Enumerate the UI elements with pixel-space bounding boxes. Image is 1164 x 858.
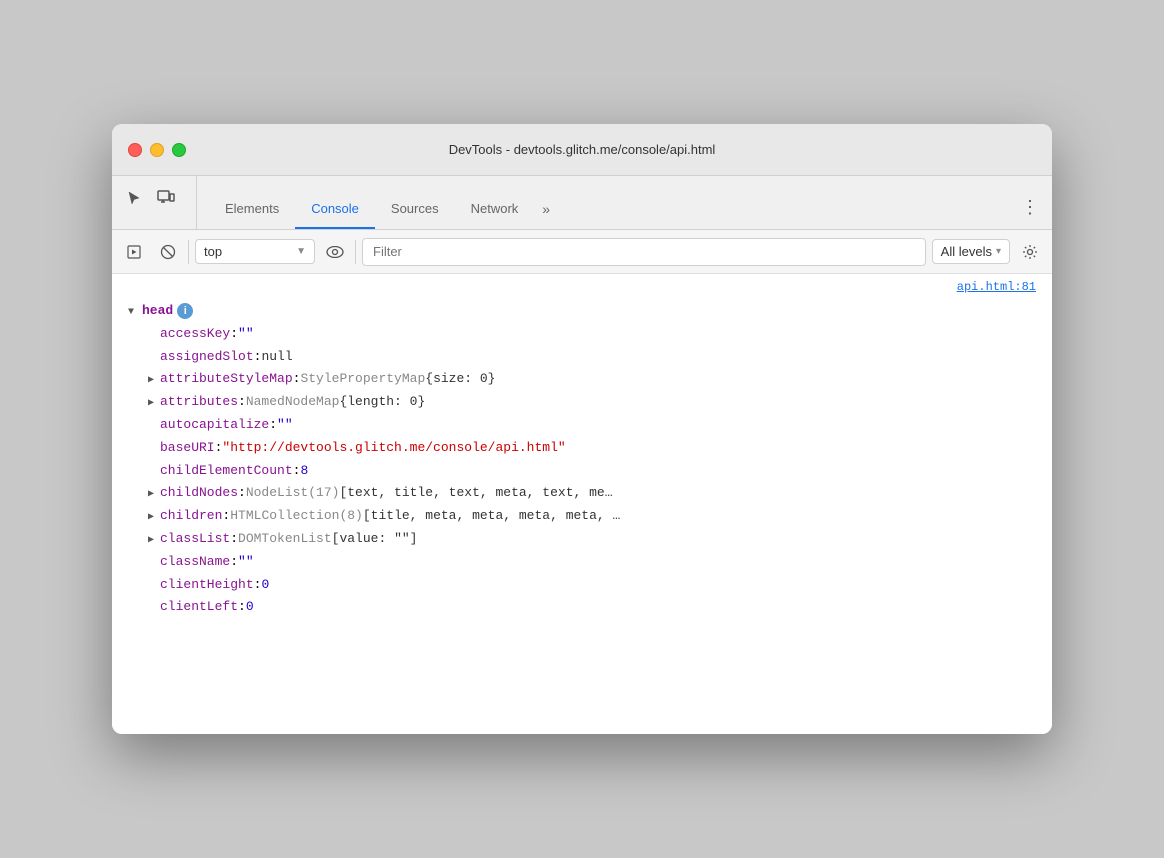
prop-clientheight: clientHeight : 0 [128, 574, 1036, 597]
head-expand-arrow[interactable]: ▼ [128, 305, 140, 321]
prop-classname: className : "" [128, 551, 1036, 574]
attributes-expand[interactable]: ▶ [148, 396, 160, 412]
prop-attributestylemap: ▶ attributeStyleMap : StylePropertyMap {… [128, 368, 1036, 391]
close-button[interactable] [128, 143, 142, 157]
window-title: DevTools - devtools.glitch.me/console/ap… [449, 142, 716, 157]
no-expand [148, 351, 160, 367]
children-expand[interactable]: ▶ [148, 510, 160, 526]
no-expand [148, 442, 160, 458]
execute-icon[interactable] [120, 238, 148, 266]
maximize-button[interactable] [172, 143, 186, 157]
tab-sources[interactable]: Sources [375, 189, 455, 229]
file-reference[interactable]: api.html:81 [112, 274, 1052, 296]
no-expand [148, 465, 160, 481]
prop-baseuri: baseURI : "http://devtools.glitch.me/con… [128, 437, 1036, 460]
device-icon[interactable] [152, 184, 180, 212]
devtools-window: DevTools - devtools.glitch.me/console/ap… [112, 124, 1052, 734]
clear-icon[interactable] [154, 238, 182, 266]
prop-classlist: ▶ classList : DOMTokenList [value: ""] [128, 528, 1036, 551]
tab-elements[interactable]: Elements [209, 189, 295, 229]
console-log: ▼ head i accessKey : "" assignedSlot : n… [112, 296, 1052, 623]
title-bar: DevTools - devtools.glitch.me/console/ap… [112, 124, 1052, 176]
head-line: ▼ head i [128, 300, 1036, 323]
info-badge[interactable]: i [177, 303, 193, 319]
prop-autocapitalize: autocapitalize : "" [128, 414, 1036, 437]
minimize-button[interactable] [150, 143, 164, 157]
tab-network[interactable]: Network [455, 189, 535, 229]
prop-assignedslot: assignedSlot : null [128, 346, 1036, 369]
console-content: api.html:81 ▼ head i accessKey : "" assi… [112, 274, 1052, 734]
tab-icons [120, 176, 197, 229]
tab-console[interactable]: Console [295, 189, 375, 229]
prop-accesskey: accessKey : "" [128, 323, 1036, 346]
filter-input[interactable] [362, 238, 926, 266]
context-arrow: ▼ [296, 246, 306, 257]
devtools-menu-button[interactable]: ⋮ [1016, 193, 1044, 221]
head-label: head [142, 301, 173, 322]
no-expand [148, 419, 160, 435]
levels-select[interactable]: All levels ▾ [932, 239, 1010, 264]
no-expand [148, 601, 160, 617]
baseuri-link[interactable]: "http://devtools.glitch.me/console/api.h… [222, 438, 565, 459]
classlist-expand[interactable]: ▶ [148, 533, 160, 549]
context-select[interactable]: top ▼ [195, 239, 315, 264]
levels-arrow: ▾ [996, 246, 1001, 257]
gear-icon[interactable] [1016, 238, 1044, 266]
prop-children: ▶ children : HTMLCollection(8) [title, m… [128, 505, 1036, 528]
prop-childnodes: ▶ childNodes : NodeList(17) [text, title… [128, 482, 1036, 505]
tabs-right-area: ⋮ [1016, 193, 1044, 229]
prop-clientleft: clientLeft : 0 [128, 596, 1036, 619]
console-toolbar: top ▼ All levels ▾ [112, 230, 1052, 274]
eye-icon[interactable] [321, 238, 349, 266]
attributestylemap-expand[interactable]: ▶ [148, 373, 160, 389]
tabs-bar: Elements Console Sources Network » ⋮ [112, 176, 1052, 230]
prop-attributes: ▶ attributes : NamedNodeMap {length: 0} [128, 391, 1036, 414]
no-expand [148, 556, 160, 572]
toolbar-divider-2 [355, 240, 356, 264]
childnodes-expand[interactable]: ▶ [148, 487, 160, 503]
cursor-icon[interactable] [120, 184, 148, 212]
no-expand [148, 579, 160, 595]
toolbar-divider [188, 240, 189, 264]
prop-childelementcount: childElementCount : 8 [128, 460, 1036, 483]
more-tabs-button[interactable]: » [534, 189, 558, 229]
no-expand [148, 328, 160, 344]
traffic-lights [128, 143, 186, 157]
